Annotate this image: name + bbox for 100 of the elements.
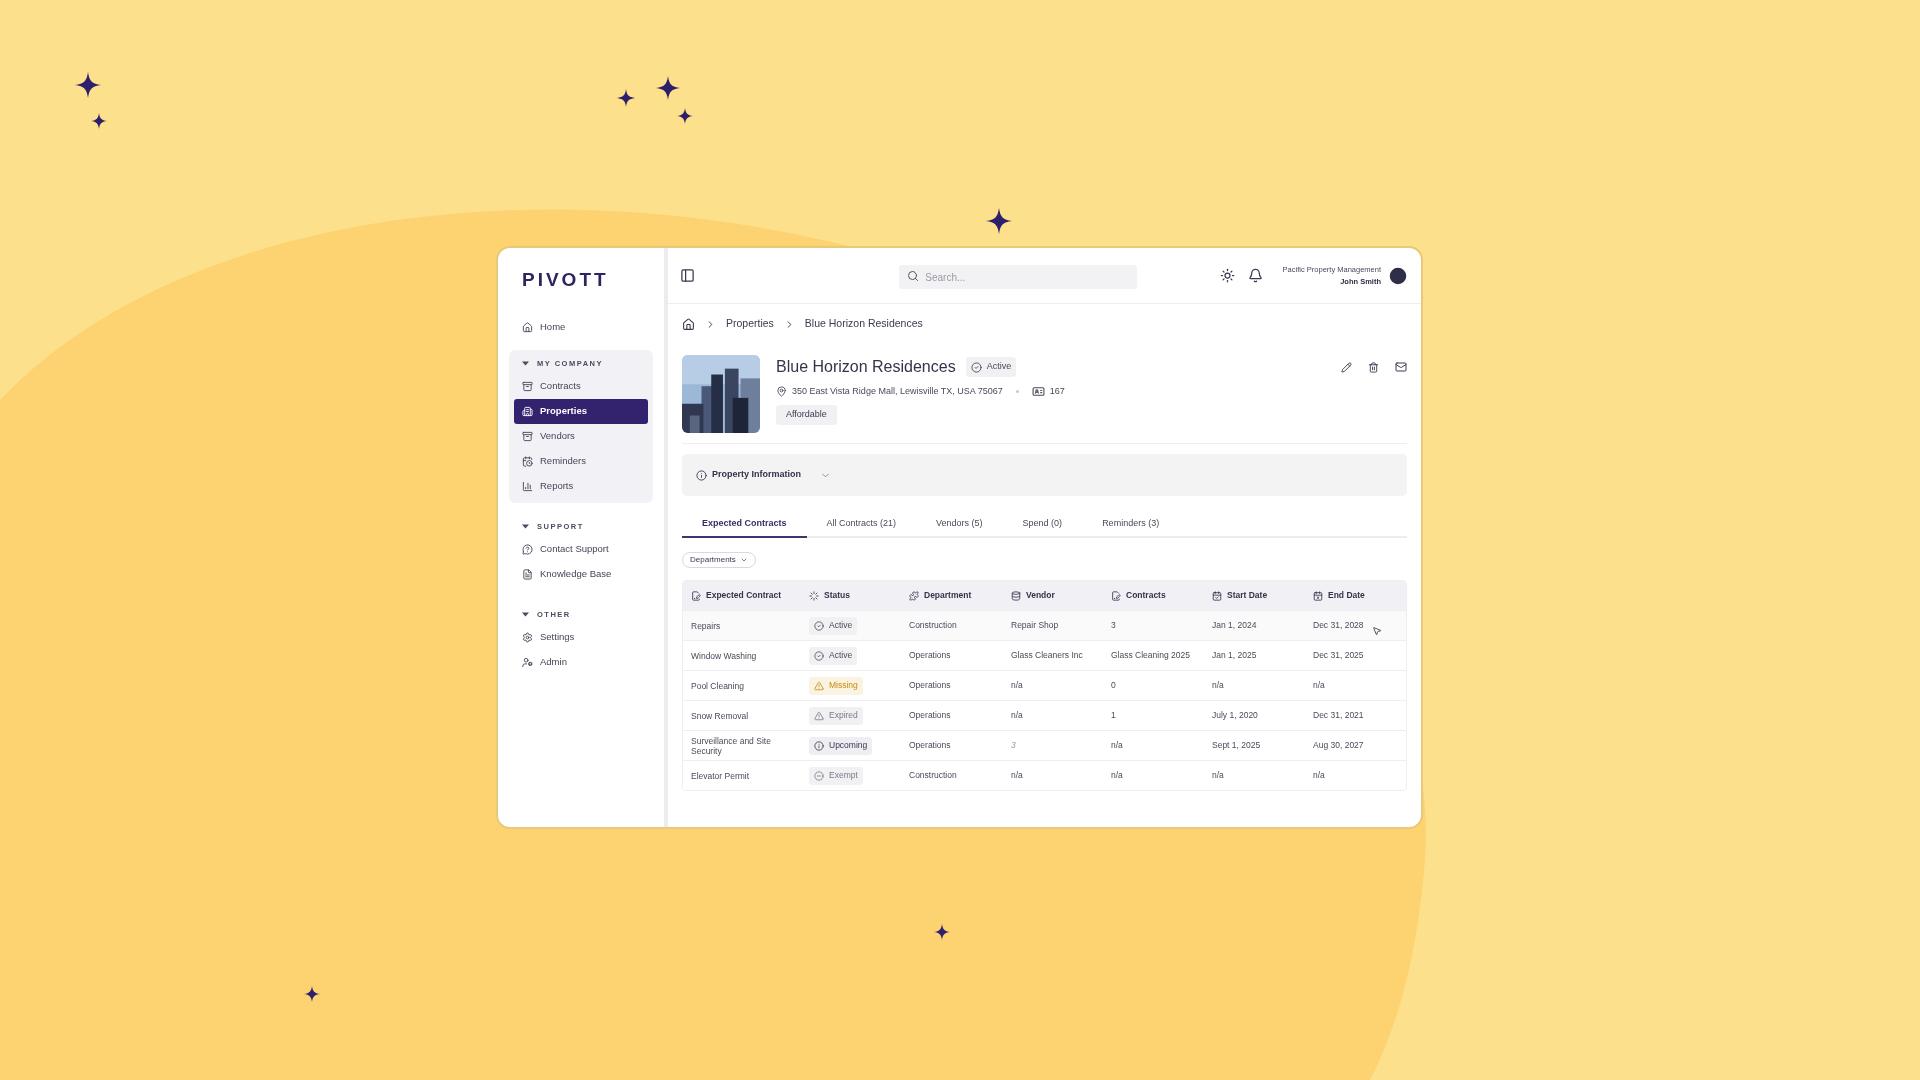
user-gear-icon xyxy=(522,656,533,668)
table-cell-text: Pool Cleaning xyxy=(691,680,745,691)
notifications-icon[interactable] xyxy=(1247,268,1263,283)
table-cell: n/a xyxy=(1313,769,1325,782)
nav-item[interactable]: Vendors xyxy=(514,423,648,449)
delete-icon[interactable] xyxy=(1368,361,1379,373)
table-cell-text: n/a xyxy=(1011,679,1024,692)
caret-icon xyxy=(522,612,529,617)
nav-item[interactable]: Reminders xyxy=(514,448,648,474)
logo: PIVOTT xyxy=(521,268,610,292)
archive-icon xyxy=(522,430,533,442)
column-header: Contracts xyxy=(1111,589,1212,602)
column-header: End Date xyxy=(1313,589,1398,602)
table-cell-text: Sept 1, 2025 xyxy=(1212,739,1262,752)
nav-item[interactable]: Contracts xyxy=(514,373,648,399)
sparkle-icon xyxy=(617,89,635,107)
minus-circle-icon xyxy=(814,770,824,781)
column-header: Expected Contract xyxy=(691,589,809,602)
table-cell-text: n/a xyxy=(1212,769,1225,782)
status-badge: Expired xyxy=(809,706,863,725)
table-cell-text: Operations xyxy=(909,739,952,752)
settings-icon xyxy=(522,631,533,643)
table-cell: Aug 30, 2027 xyxy=(1313,739,1364,752)
table-cell: Dec 31, 2028 xyxy=(1313,619,1364,632)
status-badge: Active xyxy=(965,357,1017,377)
search-field[interactable]: Search... xyxy=(899,265,1138,289)
table-cell-text: n/a xyxy=(1111,739,1124,752)
bar-chart-icon xyxy=(522,480,533,492)
warning-icon xyxy=(814,680,824,691)
caret-icon xyxy=(522,524,529,529)
sparkle-icon xyxy=(304,986,320,1002)
table-cell-text: n/a xyxy=(1011,769,1024,782)
nav-item[interactable]: Home xyxy=(514,314,648,340)
home-icon[interactable] xyxy=(682,317,695,331)
property-title: Blue Horizon Residences xyxy=(776,357,956,377)
warning-icon xyxy=(814,710,824,721)
table-row[interactable]: Repairs Active Construction Repair Shop 3 Jan 1, 2024 Dec 31, 2028 xyxy=(683,610,1406,640)
table-cell-text: Jan 1, 2024 xyxy=(1212,619,1258,632)
column-header: Department xyxy=(909,589,1011,602)
table-cell-text: Window Washing xyxy=(691,650,758,661)
sparkle-icon xyxy=(656,76,680,100)
tab[interactable]: Reminders (3) xyxy=(1082,512,1180,538)
table-cell-text: Surveillance and Site Security xyxy=(691,735,772,756)
breadcrumb-link[interactable]: Properties xyxy=(726,316,774,332)
nav-item[interactable]: Admin xyxy=(514,649,648,675)
unit-count: 167 xyxy=(1049,385,1065,398)
sparkle-icon xyxy=(75,72,101,98)
table-cell-text: Construction xyxy=(909,619,958,632)
property-information-panel[interactable]: Property Information xyxy=(682,454,1407,496)
table-cell-text: Glass Cleaners Inc xyxy=(1011,649,1084,662)
sparkle-icon xyxy=(677,108,693,124)
check-circle-icon xyxy=(814,650,824,661)
table-cell-text: Snow Removal xyxy=(691,710,750,721)
caret-icon xyxy=(522,361,529,366)
nav-item[interactable]: Reports xyxy=(514,473,648,499)
breadcrumb-link[interactable]: Blue Horizon Residences xyxy=(804,316,923,332)
table-cell-text: Operations xyxy=(909,649,952,662)
tab[interactable]: All Contracts (21) xyxy=(806,512,917,538)
status-badge: Upcoming xyxy=(809,736,873,755)
column-header: Vendor xyxy=(1011,589,1111,602)
file-pen-icon xyxy=(691,590,701,601)
table-cell-text: Glass Cleaning 2025 xyxy=(1111,649,1191,662)
table-cell-text: Construction xyxy=(909,769,958,782)
theme-toggle-icon[interactable] xyxy=(1219,268,1235,283)
table-cell-text: 0 xyxy=(1111,679,1117,692)
table-cell-text: Operations xyxy=(909,679,952,692)
database-icon xyxy=(1011,590,1021,601)
location-pin-icon xyxy=(776,386,787,398)
loader-icon xyxy=(809,590,819,601)
archive-icon xyxy=(522,380,533,392)
search-icon xyxy=(907,269,920,282)
sparkle-icon xyxy=(934,924,950,940)
table-cell-text: 3 xyxy=(1111,619,1117,632)
column-header: Start Date xyxy=(1212,589,1313,602)
nav-item[interactable]: Settings xyxy=(514,624,648,650)
check-circle-icon xyxy=(814,620,824,631)
check-circle-icon xyxy=(970,361,982,373)
table-cell-text: Repairs xyxy=(691,620,722,631)
panel-title: Property Information xyxy=(712,468,801,482)
status-badge: Exempt xyxy=(809,766,863,785)
tab[interactable]: Expected Contracts xyxy=(682,512,807,538)
calendar-check-icon xyxy=(1212,590,1222,601)
table-cell-text: 3 xyxy=(1011,739,1017,752)
table-row[interactable]: Elevator Permit Exempt Construction n/a n/a n/a n/a xyxy=(683,760,1406,790)
nav-item[interactable]: Properties xyxy=(514,398,648,424)
table-cell-text: Jan 1, 2025 xyxy=(1212,649,1258,662)
tab[interactable]: Spend (0) xyxy=(1002,512,1083,538)
nav-item[interactable]: Knowledge Base xyxy=(514,561,648,587)
column-header: Status xyxy=(809,589,909,602)
avatar-icon[interactable] xyxy=(1387,264,1409,287)
chevron-down-icon xyxy=(739,556,748,564)
calendar-clock-icon xyxy=(522,455,533,467)
mail-icon[interactable] xyxy=(1395,361,1407,373)
home-icon xyxy=(522,321,533,333)
sparkle-icon xyxy=(986,208,1012,234)
edit-icon[interactable] xyxy=(1341,361,1352,373)
chat-question-icon xyxy=(522,543,533,555)
sidebar-toggle-icon[interactable] xyxy=(680,268,695,283)
nav-item[interactable]: Contact Support xyxy=(514,536,648,562)
tab[interactable]: Vendors (5) xyxy=(916,512,1003,538)
